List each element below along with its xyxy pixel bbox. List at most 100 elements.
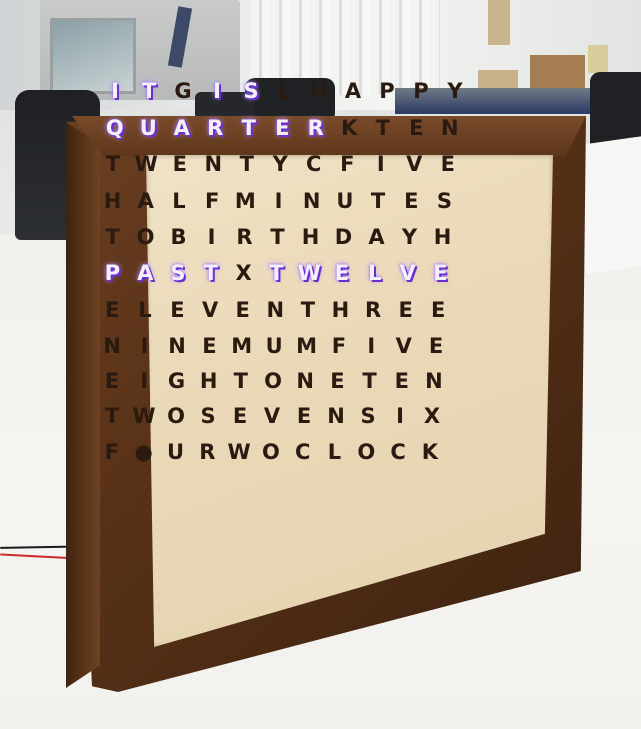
lit-letter: T	[141, 79, 157, 103]
letter: M	[231, 334, 253, 358]
letter: I	[140, 334, 149, 358]
letter: N	[204, 152, 223, 176]
letter: H	[199, 369, 218, 393]
letter: G	[174, 79, 192, 103]
lit-letter: R	[307, 116, 324, 140]
letter: ●	[134, 440, 153, 464]
letter: O	[167, 404, 185, 428]
letter: B	[170, 225, 187, 249]
letter-row: TWOSEVENSIX	[96, 403, 448, 429]
letter: L	[138, 298, 152, 322]
letter: F	[340, 152, 355, 176]
letter: Y	[272, 152, 288, 176]
letter: N	[296, 369, 314, 393]
letter: H	[433, 225, 452, 249]
letter: T	[104, 404, 120, 428]
letter-row: HALFMINUTES	[96, 188, 461, 214]
letter: C	[390, 440, 406, 464]
letter: E	[398, 298, 413, 322]
letter-row: EIGHTONETEN	[96, 368, 450, 394]
letter: S	[360, 404, 376, 428]
letter: E	[104, 369, 120, 393]
letter: R	[364, 298, 382, 322]
lit-letter: T	[269, 261, 284, 285]
letter: T	[362, 369, 377, 393]
lit-letter: V	[399, 261, 416, 285]
letter: K	[421, 440, 438, 464]
wooden-board	[488, 0, 510, 45]
lit-letter: E	[433, 261, 448, 285]
letter: E	[428, 334, 444, 358]
letter-grid: ITGISLHAPPYQUARTERKTENTWENTYCFIVEHALFMIN…	[98, 78, 498, 518]
letter: H	[310, 79, 328, 103]
letter: A	[344, 79, 362, 103]
letter: D	[334, 225, 353, 249]
letter: F	[331, 334, 347, 358]
letter: F	[204, 189, 220, 213]
letter: U	[336, 189, 354, 213]
letter: I	[376, 152, 385, 176]
letter: E	[296, 404, 312, 428]
letter: L	[327, 440, 342, 464]
letter: C	[294, 440, 311, 464]
lit-letter: I	[111, 79, 119, 103]
letter: N	[266, 298, 285, 322]
letter-row: ITGISLHAPPY	[98, 78, 472, 104]
lit-letter: E	[275, 116, 290, 140]
lit-letter: P	[104, 261, 121, 285]
letter: P	[379, 79, 395, 103]
lit-letter: S	[243, 79, 259, 103]
letter: T	[105, 152, 120, 176]
letter: N	[168, 334, 186, 358]
letter: U	[166, 440, 185, 464]
letter: T	[105, 225, 120, 249]
letter: E	[394, 369, 409, 393]
letter-row: NINEMUMFIVE	[96, 333, 452, 359]
letter: V	[201, 298, 219, 322]
letter: E	[172, 152, 187, 176]
letter: O	[357, 440, 376, 464]
letter: N	[327, 404, 345, 428]
letter: I	[140, 369, 149, 393]
letter: E	[202, 334, 217, 358]
letter: M	[296, 334, 317, 358]
letter: E	[440, 152, 455, 176]
letter: E	[232, 404, 248, 428]
lit-letter: Q	[105, 116, 124, 140]
letter: V	[263, 404, 281, 428]
lit-letter: R	[207, 116, 224, 140]
letter: E	[235, 298, 250, 322]
letter: R	[236, 225, 253, 249]
letter: S	[436, 189, 453, 213]
lit-letter: T	[241, 116, 256, 140]
letter: U	[265, 334, 283, 358]
letter: S	[200, 404, 216, 428]
lit-letter: L	[368, 261, 382, 285]
letter-row: TOBIRTHDAYH	[96, 224, 459, 250]
letter-row: QUARTERKTEN	[98, 115, 467, 141]
letter: X	[423, 404, 441, 428]
letter: E	[404, 189, 419, 213]
letter: E	[330, 369, 345, 393]
letter: O	[261, 440, 280, 464]
letter: L	[278, 79, 292, 103]
letter: A	[137, 189, 154, 213]
letter: N	[425, 369, 443, 393]
letter: P	[413, 79, 429, 103]
lit-letter: A	[137, 261, 154, 285]
letter: V	[406, 152, 423, 176]
lit-letter: T	[203, 261, 218, 285]
letter: E	[431, 298, 446, 322]
lit-letter: S	[170, 261, 186, 285]
letter: I	[274, 189, 283, 213]
letter-row: PASTXTWELVE	[96, 260, 457, 286]
letter: C	[306, 152, 322, 176]
letter: H	[301, 225, 320, 249]
letter: M	[234, 189, 256, 213]
letter: E	[105, 298, 120, 322]
letter: V	[395, 334, 412, 358]
letter: T	[233, 369, 248, 393]
letter: E	[170, 298, 185, 322]
letter: O	[264, 369, 282, 393]
letter: N	[440, 116, 459, 140]
